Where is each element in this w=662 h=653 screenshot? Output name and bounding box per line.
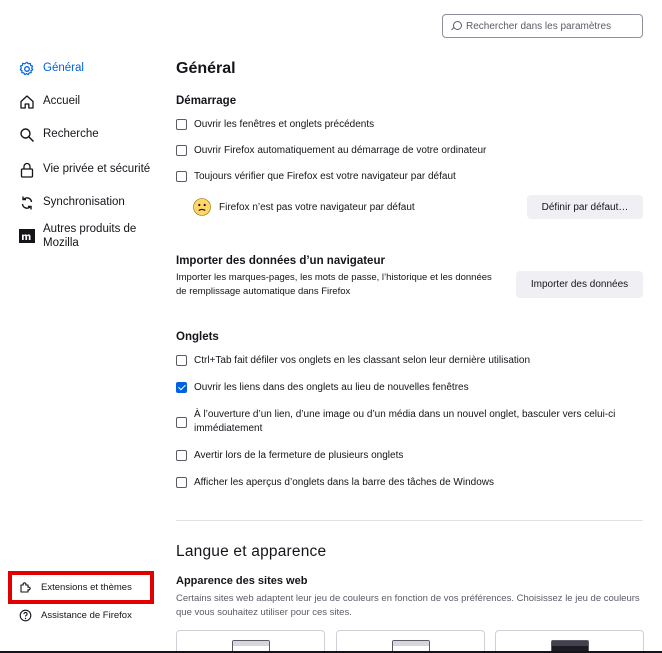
option-open-links-in-tabs[interactable]: Ouvrir les liens dans des onglets au lie…	[176, 381, 469, 395]
checkbox-label: Ouvrir les liens dans des onglets au lie…	[194, 382, 469, 393]
option-warn-close-tabs[interactable]: Avertir lors de la fermeture de plusieur…	[176, 449, 403, 463]
website-appearance-heading: Apparence des sites web	[176, 575, 308, 587]
checkbox-label: Ouvrir Firefox automatiquement au démarr…	[194, 145, 487, 156]
help-icon	[19, 609, 32, 622]
lock-icon	[19, 162, 35, 178]
puzzle-icon	[19, 581, 32, 594]
sidebar-item-home[interactable]: Accueil	[19, 94, 80, 110]
checkbox[interactable]	[176, 355, 187, 366]
appearance-option-auto[interactable]	[176, 630, 325, 653]
sidebar-item-mozilla-products[interactable]: Autres produits de Mozilla	[19, 222, 153, 250]
checkbox[interactable]	[176, 119, 187, 130]
tabs-heading: Onglets	[176, 331, 219, 343]
sync-icon	[19, 195, 35, 211]
sidebar-item-search[interactable]: Recherche	[19, 127, 99, 143]
sidebar-item-label: Général	[43, 62, 84, 74]
checkbox-label: Toujours vérifier que Firefox est votre …	[194, 171, 456, 182]
search-icon	[451, 21, 462, 31]
mozilla-icon	[19, 228, 35, 244]
sidebar-item-sync[interactable]: Synchronisation	[19, 195, 125, 211]
option-restore-session[interactable]: Ouvrir les fenêtres et onglets précédent…	[176, 118, 374, 132]
website-appearance-description: Certains sites web adaptent leur jeu de …	[176, 593, 640, 618]
checkbox-label: Ouvrir les fenêtres et onglets précédent…	[194, 119, 375, 130]
settings-search-box[interactable]	[442, 14, 643, 38]
default-status-text: Firefox n’est pas votre navigateur par d…	[219, 201, 415, 213]
option-switch-to-new-tab[interactable]: À l’ouverture d’un lien, d’une image ou …	[176, 408, 638, 436]
page-title: Général	[176, 60, 236, 77]
checkbox[interactable]	[176, 145, 187, 156]
option-ctrl-tab[interactable]: Ctrl+Tab fait défiler vos onglets en les…	[176, 354, 530, 368]
checkbox-label: À l’ouverture d’un lien, d’une image ou …	[194, 409, 616, 434]
option-taskbar-previews[interactable]: Afficher les aperçus d’onglets dans la b…	[176, 476, 494, 490]
appearance-option-light[interactable]	[336, 630, 485, 653]
checkbox-label: Afficher les aperçus d’onglets dans la b…	[194, 477, 494, 488]
sidebar-item-label: Recherche	[43, 128, 99, 140]
checkbox-label: Ctrl+Tab fait défiler vos onglets en les…	[194, 355, 531, 366]
sidebar-item-label: Vie privée et sécurité	[43, 163, 151, 175]
sidebar-item-label: Extensions et thèmes	[41, 582, 132, 593]
set-default-button[interactable]: Définir par défaut…	[527, 195, 643, 219]
import-data-button[interactable]: Importer des données	[516, 271, 643, 298]
sidebar-item-label: Assistance de Firefox	[41, 610, 132, 621]
option-autostart[interactable]: Ouvrir Firefox automatiquement au démarr…	[176, 144, 486, 158]
sidebar-item-extensions[interactable]: Extensions et thèmes	[19, 581, 132, 594]
sidebar-item-label: Synchronisation	[43, 196, 125, 208]
checkbox[interactable]	[176, 416, 187, 428]
checkbox[interactable]	[176, 450, 187, 461]
checkbox-checked[interactable]	[176, 382, 187, 393]
checkbox[interactable]	[176, 477, 187, 488]
sidebar-item-privacy[interactable]: Vie privée et sécurité	[19, 162, 150, 178]
import-description: Importer les marques-pages, les mots de …	[176, 272, 492, 297]
home-icon	[19, 94, 35, 110]
sidebar-item-label: Autres produits de Mozilla	[43, 223, 137, 249]
language-section-title: Langue et apparence	[176, 543, 327, 560]
sidebar-item-general[interactable]: Général	[19, 61, 84, 77]
sidebar-item-label: Accueil	[43, 95, 81, 107]
gear-icon	[19, 61, 35, 77]
checkbox[interactable]	[176, 171, 187, 182]
startup-heading: Démarrage	[176, 95, 237, 107]
default-browser-status: Firefox n’est pas votre navigateur par d…	[193, 198, 415, 216]
option-check-default[interactable]: Toujours vérifier que Firefox est votre …	[176, 170, 456, 184]
section-divider	[176, 520, 643, 521]
search-icon	[19, 127, 35, 143]
checkbox-label: Avertir lors de la fermeture de plusieur…	[194, 450, 404, 461]
settings-search-input[interactable]	[466, 20, 636, 32]
appearance-option-dark[interactable]	[495, 630, 644, 653]
sidebar-item-support[interactable]: Assistance de Firefox	[19, 609, 132, 622]
sad-face-icon	[193, 198, 211, 216]
import-heading: Importer des données d’un navigateur	[176, 255, 385, 267]
